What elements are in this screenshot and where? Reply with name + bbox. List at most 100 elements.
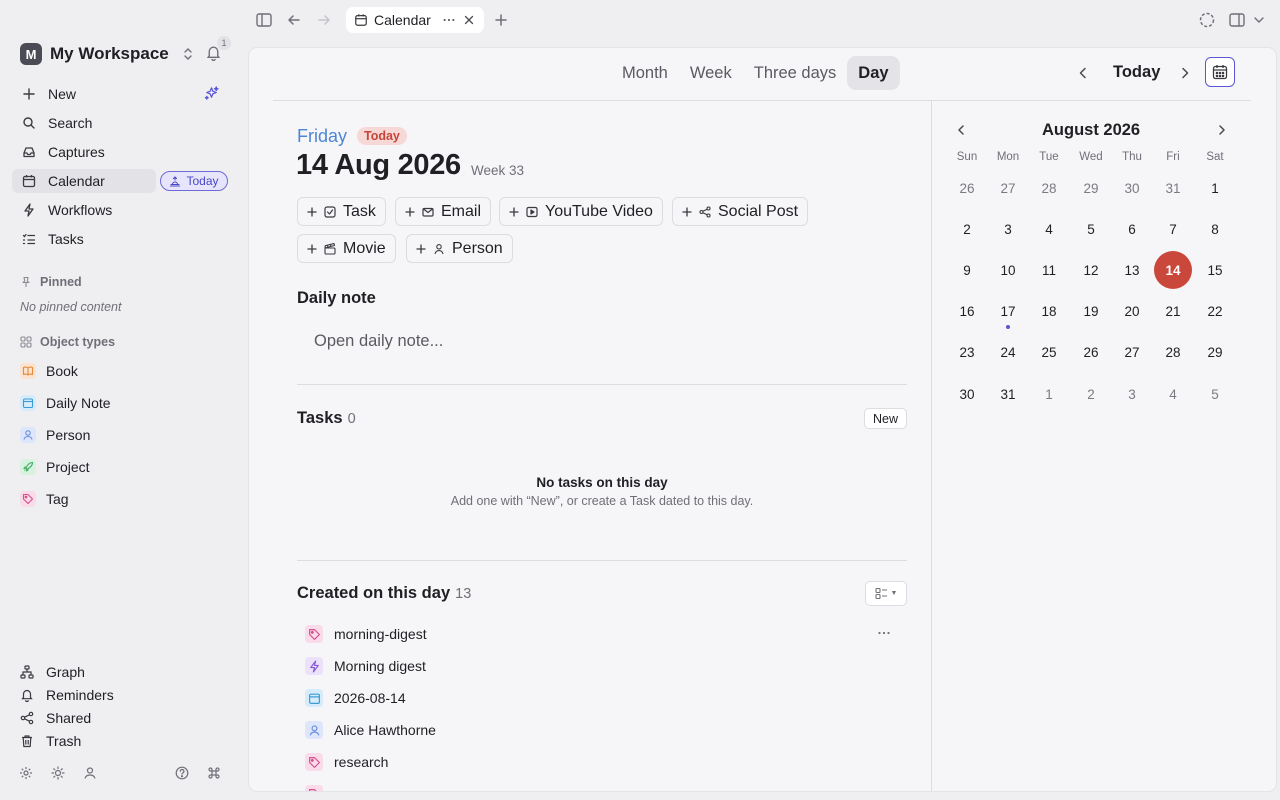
sidebar-item-trash[interactable]: Trash [20, 733, 81, 749]
back-arrow-icon[interactable] [284, 10, 304, 30]
today-button[interactable]: Today [1113, 63, 1160, 82]
mini-calendar-day[interactable]: 5 [1071, 210, 1111, 248]
mini-calendar-day[interactable]: 1 [1029, 375, 1069, 413]
sidebar-item-search[interactable]: Search [12, 111, 156, 135]
sidebar-item-graph[interactable]: Graph [20, 664, 85, 680]
mini-calendar-day[interactable]: 24 [988, 334, 1028, 372]
mini-calendar-day[interactable]: 4 [1029, 210, 1069, 248]
mini-calendar-day[interactable]: 19 [1071, 293, 1111, 331]
tab-calendar[interactable]: Calendar [346, 7, 484, 33]
view-week-button[interactable]: Week [679, 56, 743, 90]
mini-calendar-day[interactable]: 2 [947, 210, 987, 248]
sidebar-item-calendar[interactable]: Calendar [12, 169, 156, 193]
mini-calendar-day[interactable]: 21 [1153, 293, 1193, 331]
mini-calendar-day[interactable]: 3 [988, 210, 1028, 248]
mini-calendar-day[interactable]: 7 [1153, 210, 1193, 248]
mini-calendar-day[interactable]: 22 [1195, 293, 1235, 331]
sidebar-item-reminders[interactable]: Reminders [20, 687, 114, 703]
quick-add-person-button[interactable]: Person [406, 234, 513, 263]
next-month-chevron-icon[interactable] [1215, 123, 1229, 137]
view-three-days-button[interactable]: Three days [743, 56, 848, 90]
mini-calendar-day[interactable]: 30 [1112, 169, 1152, 207]
settings-gear-icon[interactable] [19, 766, 33, 780]
account-person-icon[interactable] [83, 766, 97, 780]
mini-calendar-day[interactable]: 18 [1029, 293, 1069, 331]
mini-calendar-day[interactable]: 13 [1112, 251, 1152, 289]
list-item[interactable]: 2026-08-14 [305, 689, 406, 707]
list-item[interactable]: Alice Hawthorne [305, 721, 436, 739]
mini-calendar-day[interactable]: 28 [1029, 169, 1069, 207]
object-type-project[interactable]: Project [20, 459, 90, 475]
ai-sparkle-icon[interactable] [203, 85, 220, 102]
quick-add-social-post-button[interactable]: Social Post [672, 197, 809, 226]
sync-status-icon[interactable] [1197, 10, 1217, 30]
command-key-icon[interactable] [207, 766, 221, 780]
sidebar-item-shared[interactable]: Shared [20, 710, 91, 726]
more-icon[interactable] [442, 13, 456, 27]
workspace-switcher[interactable]: M My Workspace [20, 42, 195, 66]
mini-calendar-day[interactable]: 1 [1195, 169, 1235, 207]
quick-add-youtube-video-button[interactable]: YouTube Video [499, 197, 663, 226]
object-type-person[interactable]: Person [20, 427, 90, 443]
mini-calendar-day[interactable]: 29 [1071, 169, 1111, 207]
forward-arrow-icon[interactable] [314, 10, 334, 30]
quick-add-task-button[interactable]: Task [297, 197, 386, 226]
new-task-button[interactable]: New [864, 408, 908, 429]
previous-day-chevron-icon[interactable] [1075, 65, 1091, 81]
list-item[interactable] [305, 785, 334, 791]
open-daily-note-link[interactable]: Open daily note... [314, 332, 443, 351]
mini-calendar-day[interactable]: 20 [1112, 293, 1152, 331]
mini-calendar-day[interactable]: 10 [988, 251, 1028, 289]
sidebar-item-captures[interactable]: Captures [12, 140, 156, 164]
mini-calendar-day[interactable]: 30 [947, 375, 987, 413]
mini-calendar-day[interactable]: 28 [1153, 334, 1193, 372]
mini-calendar-day[interactable]: 31 [1153, 169, 1193, 207]
close-icon[interactable] [462, 13, 476, 27]
sidebar-toggle-icon[interactable] [254, 10, 274, 30]
sidebar-item-tasks[interactable]: Tasks [12, 227, 156, 251]
mini-calendar-day[interactable]: 11 [1029, 251, 1069, 289]
mini-calendar-day[interactable]: 27 [1112, 334, 1152, 372]
mini-calendar-day-selected[interactable]: 14 [1153, 251, 1193, 290]
list-layout-dropdown[interactable]: ▼ [865, 581, 907, 606]
mini-calendar-day[interactable]: 6 [1112, 210, 1152, 248]
object-type-tag[interactable]: Tag [20, 491, 69, 507]
view-month-button[interactable]: Month [611, 56, 679, 90]
mini-calendar-day[interactable]: 4 [1153, 375, 1193, 413]
mini-calendar-day[interactable]: 8 [1195, 210, 1235, 248]
object-type-book[interactable]: Book [20, 363, 78, 379]
mini-calendar-day[interactable]: 12 [1071, 251, 1111, 289]
mini-calendar-day[interactable]: 26 [1071, 334, 1111, 372]
mini-calendar-day[interactable]: 23 [947, 334, 987, 372]
mini-calendar-day[interactable]: 2 [1071, 375, 1111, 413]
object-types-section-header[interactable]: Object types [20, 335, 115, 349]
pinned-section-header[interactable]: Pinned [20, 275, 82, 289]
previous-month-chevron-icon[interactable] [954, 123, 968, 137]
mini-calendar-day[interactable]: 27 [988, 169, 1028, 207]
object-type-daily-note[interactable]: Daily Note [20, 395, 111, 411]
quick-add-movie-button[interactable]: Movie [297, 234, 396, 263]
mini-calendar-day[interactable]: 15 [1195, 251, 1235, 289]
sidebar-item-new[interactable]: New [12, 82, 156, 106]
chevron-down-icon[interactable] [1252, 10, 1266, 30]
today-jump-button[interactable]: Today [160, 171, 228, 191]
mini-calendar-day[interactable]: 31 [988, 375, 1028, 413]
list-item[interactable]: research [305, 753, 388, 771]
new-tab-icon[interactable] [491, 10, 511, 30]
mini-calendar-day[interactable]: 5 [1195, 375, 1235, 413]
mini-calendar-day[interactable]: 26 [947, 169, 987, 207]
list-item[interactable]: morning-digest [305, 625, 427, 643]
sidebar-item-workflows[interactable]: Workflows [12, 198, 156, 222]
mini-calendar-day[interactable]: 29 [1195, 334, 1235, 372]
mini-calendar-day[interactable]: 3 [1112, 375, 1152, 413]
mini-calendar-day[interactable]: 25 [1029, 334, 1069, 372]
mini-calendar-day[interactable]: 16 [947, 293, 987, 331]
quick-add-email-button[interactable]: Email [395, 197, 492, 226]
mini-calendar-toggle-button[interactable] [1205, 57, 1235, 87]
next-day-chevron-icon[interactable] [1177, 65, 1193, 81]
row-more-icon[interactable] [877, 626, 891, 640]
theme-sun-icon[interactable] [51, 766, 65, 780]
right-panel-toggle-icon[interactable] [1227, 10, 1247, 30]
mini-calendar-day[interactable]: 9 [947, 251, 987, 289]
list-item[interactable]: Morning digest [305, 657, 426, 675]
